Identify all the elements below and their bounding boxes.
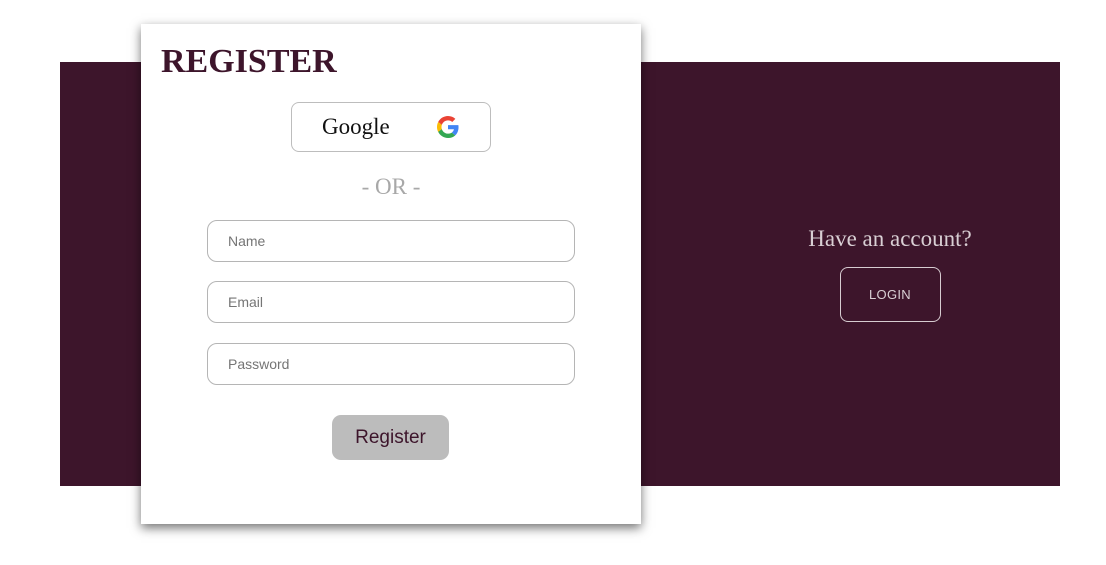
- google-signin-button[interactable]: Google: [291, 102, 491, 152]
- login-button[interactable]: LOGIN: [839, 267, 941, 322]
- google-g-icon: [437, 116, 459, 138]
- have-account-text: Have an account?: [808, 226, 972, 251]
- auth-page: Have an account? LOGIN REGISTER Google -…: [0, 0, 1106, 565]
- register-button[interactable]: Register: [332, 415, 449, 460]
- email-field[interactable]: [207, 281, 575, 323]
- login-prompt: Have an account? LOGIN: [760, 224, 1020, 322]
- password-field[interactable]: [207, 343, 575, 385]
- name-field[interactable]: [207, 220, 575, 262]
- or-divider: - OR -: [361, 174, 421, 199]
- register-card: REGISTER Google - OR - Register: [141, 24, 641, 524]
- register-title: REGISTER: [161, 43, 337, 80]
- google-button-label: Google: [322, 114, 390, 139]
